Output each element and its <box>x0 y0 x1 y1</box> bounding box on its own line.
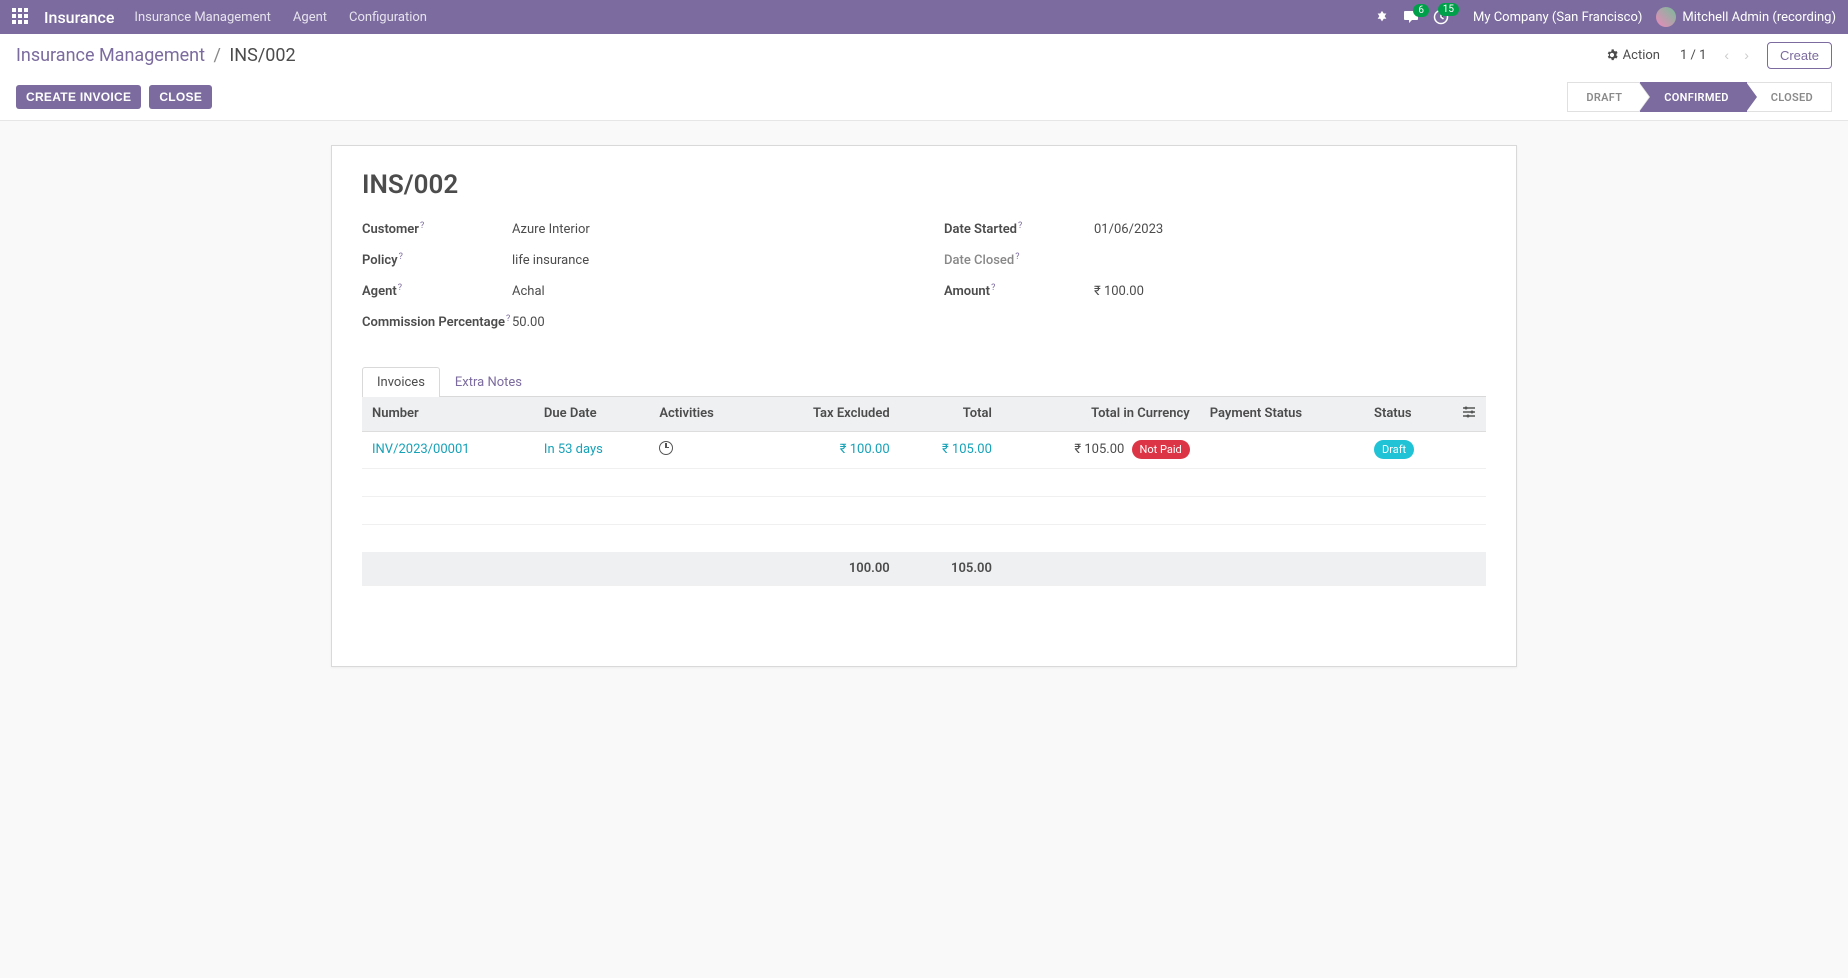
field-label: Date Started? <box>944 222 1094 239</box>
col-due-date[interactable]: Due Date <box>534 397 649 432</box>
help-icon[interactable]: ? <box>420 221 424 231</box>
col-number[interactable]: Number <box>362 397 534 432</box>
status-badge: Draft <box>1374 440 1414 459</box>
close-button[interactable]: CLOSE <box>149 85 212 109</box>
field-value: life insurance <box>512 253 589 268</box>
totals-tax-excluded: 100.00 <box>758 552 899 586</box>
form-sheet: INS/002 Customer?Azure Interior Policy?li… <box>331 145 1517 667</box>
table-row[interactable]: INV/2023/00001 In 53 days ₹ 100.00 ₹ 105… <box>362 431 1486 468</box>
field-value: ₹ 100.00 <box>1094 284 1144 299</box>
help-icon[interactable]: ? <box>991 283 995 293</box>
payment-status-badge: Not Paid <box>1132 440 1190 459</box>
field-row: Amount?₹ 100.00 <box>944 284 1486 301</box>
breadcrumb-parent[interactable]: Insurance Management <box>16 45 205 66</box>
field-label: Policy? <box>362 253 512 270</box>
breadcrumb-current: INS/002 <box>229 45 295 66</box>
help-icon[interactable]: ? <box>399 252 403 262</box>
totals-row: 100.00 105.00 <box>362 552 1486 586</box>
action-dropdown[interactable]: Action <box>1605 48 1660 63</box>
fields-right: Date Started?01/06/2023 Date Closed? Amoun… <box>944 222 1486 346</box>
col-total-currency[interactable]: Total in Currency <box>1002 397 1200 432</box>
create-invoice-button[interactable]: CREATE INVOICE <box>16 85 141 109</box>
help-icon[interactable]: ? <box>398 283 402 293</box>
columns-settings-icon <box>1462 406 1476 418</box>
gear-icon <box>1605 48 1619 62</box>
apps-menu-icon[interactable] <box>12 8 30 26</box>
field-label: Customer? <box>362 222 512 239</box>
help-icon[interactable]: ? <box>1018 221 1022 231</box>
activities-icon[interactable]: 15 <box>1433 9 1449 25</box>
status-bar: DRAFT CONFIRMED CLOSED <box>1567 82 1832 112</box>
cell-tax-excluded: ₹ 100.00 <box>758 431 899 468</box>
tab-extra-notes[interactable]: Extra Notes <box>440 367 537 397</box>
invoice-number-link[interactable]: INV/2023/00001 <box>372 442 470 457</box>
col-status[interactable]: Status <box>1364 397 1452 432</box>
user-avatar-icon <box>1656 7 1676 27</box>
cell-total: ₹ 105.00 <box>900 431 1002 468</box>
field-label: Commission Percentage? <box>362 315 512 332</box>
activities-badge: 15 <box>1438 3 1459 16</box>
field-value: Achal <box>512 284 545 299</box>
due-date-link[interactable]: In 53 days <box>544 442 603 457</box>
status-draft[interactable]: DRAFT <box>1567 82 1640 112</box>
company-switcher[interactable]: My Company (San Francisco) <box>1473 10 1642 25</box>
field-value: Azure Interior <box>512 222 590 237</box>
nav-agent[interactable]: Agent <box>293 10 327 25</box>
pager-next[interactable]: › <box>1738 43 1755 67</box>
col-settings[interactable] <box>1452 397 1486 432</box>
field-row: Customer?Azure Interior <box>362 222 904 239</box>
col-total[interactable]: Total <box>900 397 1002 432</box>
breadcrumb: Insurance Management / INS/002 <box>16 45 296 66</box>
pager-prev[interactable]: ‹ <box>1718 43 1735 67</box>
status-closed[interactable]: CLOSED <box>1747 82 1832 112</box>
record-title: INS/002 <box>362 170 1486 200</box>
debug-icon[interactable] <box>1375 10 1389 24</box>
messaging-icon[interactable]: 6 <box>1403 10 1419 24</box>
nav-configuration[interactable]: Configuration <box>349 10 427 25</box>
pager[interactable]: 1 / 1 <box>1680 48 1706 63</box>
cell-payment-status-spacer <box>1200 431 1364 468</box>
col-payment-status[interactable]: Payment Status <box>1200 397 1364 432</box>
help-icon[interactable]: ? <box>506 314 510 324</box>
user-name: Mitchell Admin (recording) <box>1682 10 1836 25</box>
app-brand[interactable]: Insurance <box>44 8 114 27</box>
field-label: Amount? <box>944 284 1094 301</box>
fields-left: Customer?Azure Interior Policy?life insur… <box>362 222 904 346</box>
invoices-table: Number Due Date Activities Tax Excluded … <box>362 397 1486 587</box>
field-label: Agent? <box>362 284 512 301</box>
col-activities[interactable]: Activities <box>649 397 758 432</box>
activity-clock-icon[interactable] <box>659 441 673 455</box>
messaging-badge: 6 <box>1413 4 1429 17</box>
field-value: 50.00 <box>512 315 545 330</box>
status-confirmed[interactable]: CONFIRMED <box>1640 82 1746 112</box>
totals-total: 105.00 <box>900 552 1002 586</box>
field-label: Date Closed? <box>944 253 1094 270</box>
user-menu[interactable]: Mitchell Admin (recording) <box>1656 7 1836 27</box>
create-button[interactable]: Create <box>1767 42 1832 69</box>
col-tax-excluded[interactable]: Tax Excluded <box>758 397 899 432</box>
tab-invoices[interactable]: Invoices <box>362 367 440 397</box>
cell-total-currency: ₹ 105.00 Not Paid <box>1002 431 1200 468</box>
tab-headers: Invoices Extra Notes <box>362 366 1486 397</box>
nav-insurance-management[interactable]: Insurance Management <box>134 10 271 25</box>
top-navbar: Insurance Insurance Management Agent Con… <box>0 0 1848 34</box>
field-row: Policy?life insurance <box>362 253 904 270</box>
field-row: Commission Percentage?50.00 <box>362 315 904 332</box>
field-row: Date Closed? <box>944 253 1486 270</box>
control-panel: Insurance Management / INS/002 Action 1 … <box>0 34 1848 121</box>
help-icon[interactable]: ? <box>1015 252 1019 262</box>
field-value: 01/06/2023 <box>1094 222 1163 237</box>
field-row: Agent?Achal <box>362 284 904 301</box>
field-row: Date Started?01/06/2023 <box>944 222 1486 239</box>
